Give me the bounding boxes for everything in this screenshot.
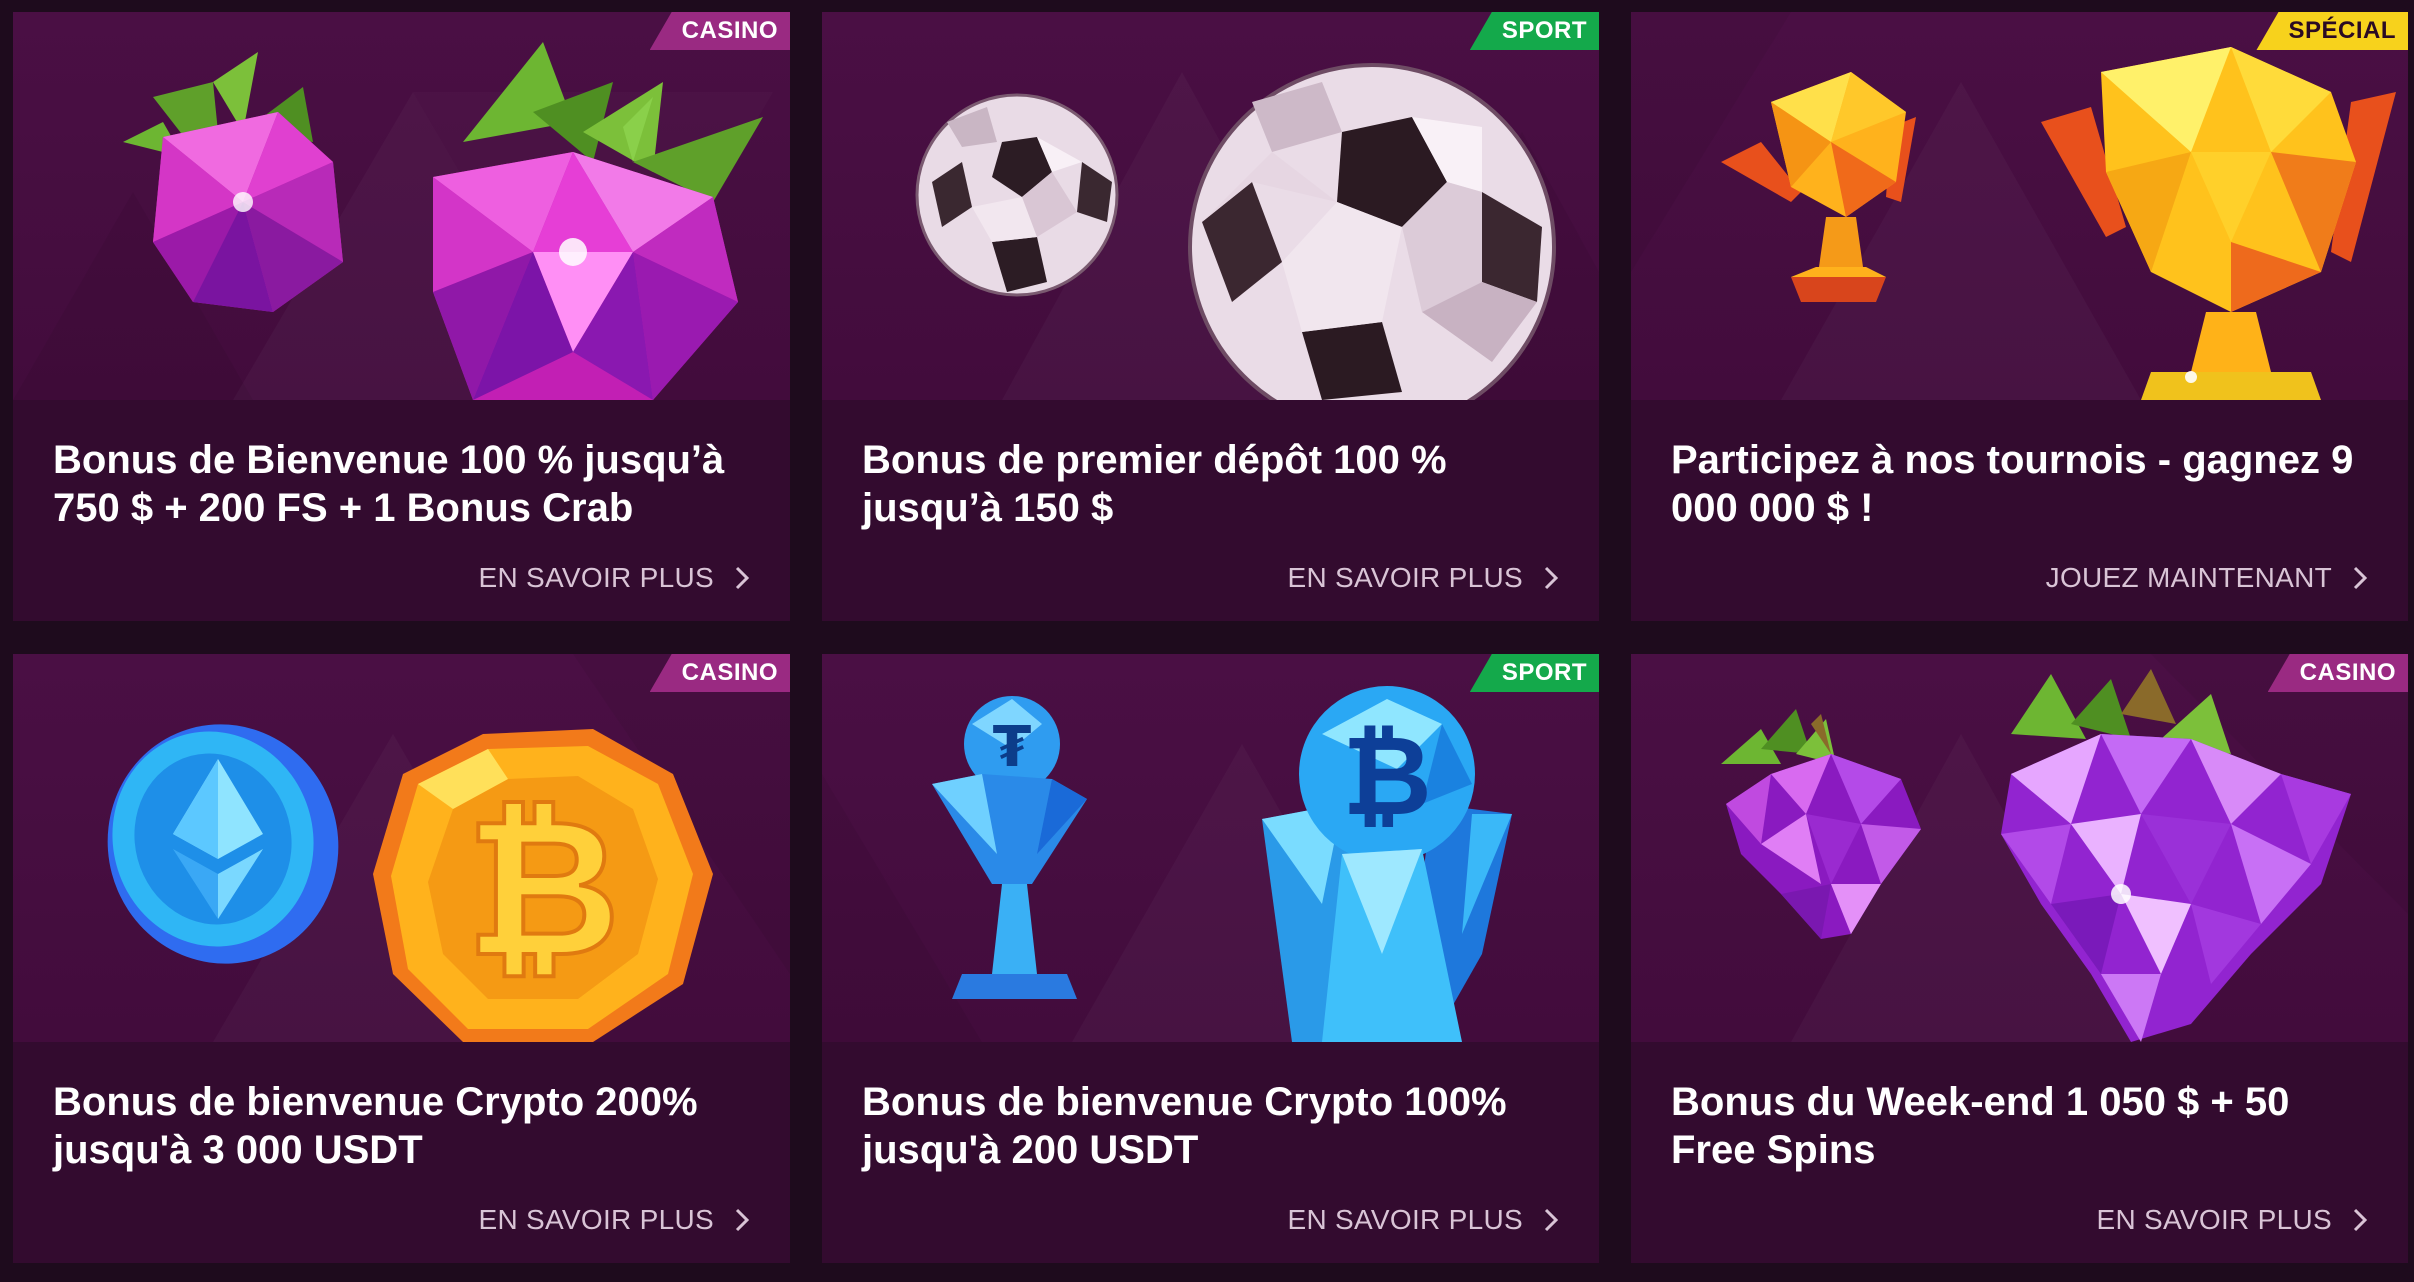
promo-card-art: [1631, 654, 2408, 1042]
svg-text:₿: ₿: [1342, 712, 1432, 840]
chevron-right-icon: [735, 1208, 750, 1232]
promo-card-first-deposit[interactable]: SPORT Bonus de premier dépôt 100 % jusqu…: [822, 12, 1599, 621]
play-now-link[interactable]: JOUEZ MAINTENANT: [2046, 562, 2368, 594]
raspberry-icon: [123, 42, 763, 400]
promo-title: Bonus de Bienvenue 100 % jusqu’à 750 $ +…: [53, 438, 725, 530]
crypto-coins-icon: ₿: [107, 724, 713, 1042]
promo-card-art: [13, 12, 790, 400]
category-badge: SPORT: [1469, 12, 1599, 50]
learn-more-link[interactable]: EN SAVOIR PLUS: [1287, 1204, 1559, 1236]
chevron-right-icon: [735, 566, 750, 590]
promo-card-weekend-bonus[interactable]: CASINO Bonus du Week-end 1 050 $ + 50 Fr…: [1631, 654, 2408, 1263]
svg-text:₿: ₿: [466, 778, 621, 999]
learn-more-label: EN SAVOIR PLUS: [478, 1204, 714, 1235]
promo-card-art: [822, 12, 1599, 400]
svg-text:₮: ₮: [993, 715, 1032, 780]
trophy-icon: [1721, 47, 2396, 400]
category-badge: CASINO: [649, 12, 790, 50]
soccer-ball-icon: [915, 63, 1556, 400]
learn-more-label: EN SAVOIR PLUS: [1287, 1204, 1523, 1235]
promo-card-art: ₮ ₿: [822, 654, 1599, 1042]
learn-more-label: EN SAVOIR PLUS: [1287, 562, 1523, 593]
promo-title: Bonus de premier dépôt 100 % jusqu’à 150…: [862, 438, 1447, 530]
promo-title: Participez à nos tournois - gagnez 9 000…: [1671, 438, 2354, 530]
learn-more-link[interactable]: EN SAVOIR PLUS: [478, 562, 750, 594]
category-badge: CASINO: [2267, 654, 2408, 692]
promo-card-crypto-100[interactable]: ₮ ₿ SPORT Bonus de bienvenue Crypto 100%…: [822, 654, 1599, 1263]
promo-card-art: [1631, 12, 2408, 400]
promo-card-tournaments[interactable]: SPÉCIAL Participez à nos tournois - gagn…: [1631, 12, 2408, 621]
learn-more-link[interactable]: EN SAVOIR PLUS: [2096, 1204, 2368, 1236]
learn-more-link[interactable]: EN SAVOIR PLUS: [1287, 562, 1559, 594]
promo-card-welcome-bonus[interactable]: CASINO Bonus de Bienvenue 100 % jusqu’à …: [13, 12, 790, 621]
learn-more-link[interactable]: EN SAVOIR PLUS: [478, 1204, 750, 1236]
play-now-label: JOUEZ MAINTENANT: [2045, 562, 2332, 593]
category-badge: SPÉCIAL: [2256, 12, 2408, 50]
grapes-icon: [1721, 669, 2351, 1042]
crystal-trophy-icon: ₮ ₿: [932, 686, 1512, 1042]
promotions-grid: CASINO Bonus de Bienvenue 100 % jusqu’à …: [0, 0, 2414, 1282]
chevron-right-icon: [2353, 566, 2368, 590]
learn-more-label: EN SAVOIR PLUS: [478, 562, 714, 593]
chevron-right-icon: [1544, 566, 1559, 590]
promo-title: Bonus du Week-end 1 050 $ + 50 Free Spin…: [1671, 1080, 2290, 1172]
learn-more-label: EN SAVOIR PLUS: [2096, 1204, 2332, 1235]
promo-title: Bonus de bienvenue Crypto 200% jusqu'à 3…: [53, 1080, 698, 1172]
chevron-right-icon: [2353, 1208, 2368, 1232]
category-badge: SPORT: [1469, 654, 1599, 692]
category-badge: CASINO: [649, 654, 790, 692]
promo-card-crypto-200[interactable]: ₿ CASINO Bonus de bienvenue Crypto 200% …: [13, 654, 790, 1263]
chevron-right-icon: [1544, 1208, 1559, 1232]
promo-title: Bonus de bienvenue Crypto 100% jusqu'à 2…: [862, 1080, 1507, 1172]
promo-card-art: ₿: [13, 654, 790, 1042]
